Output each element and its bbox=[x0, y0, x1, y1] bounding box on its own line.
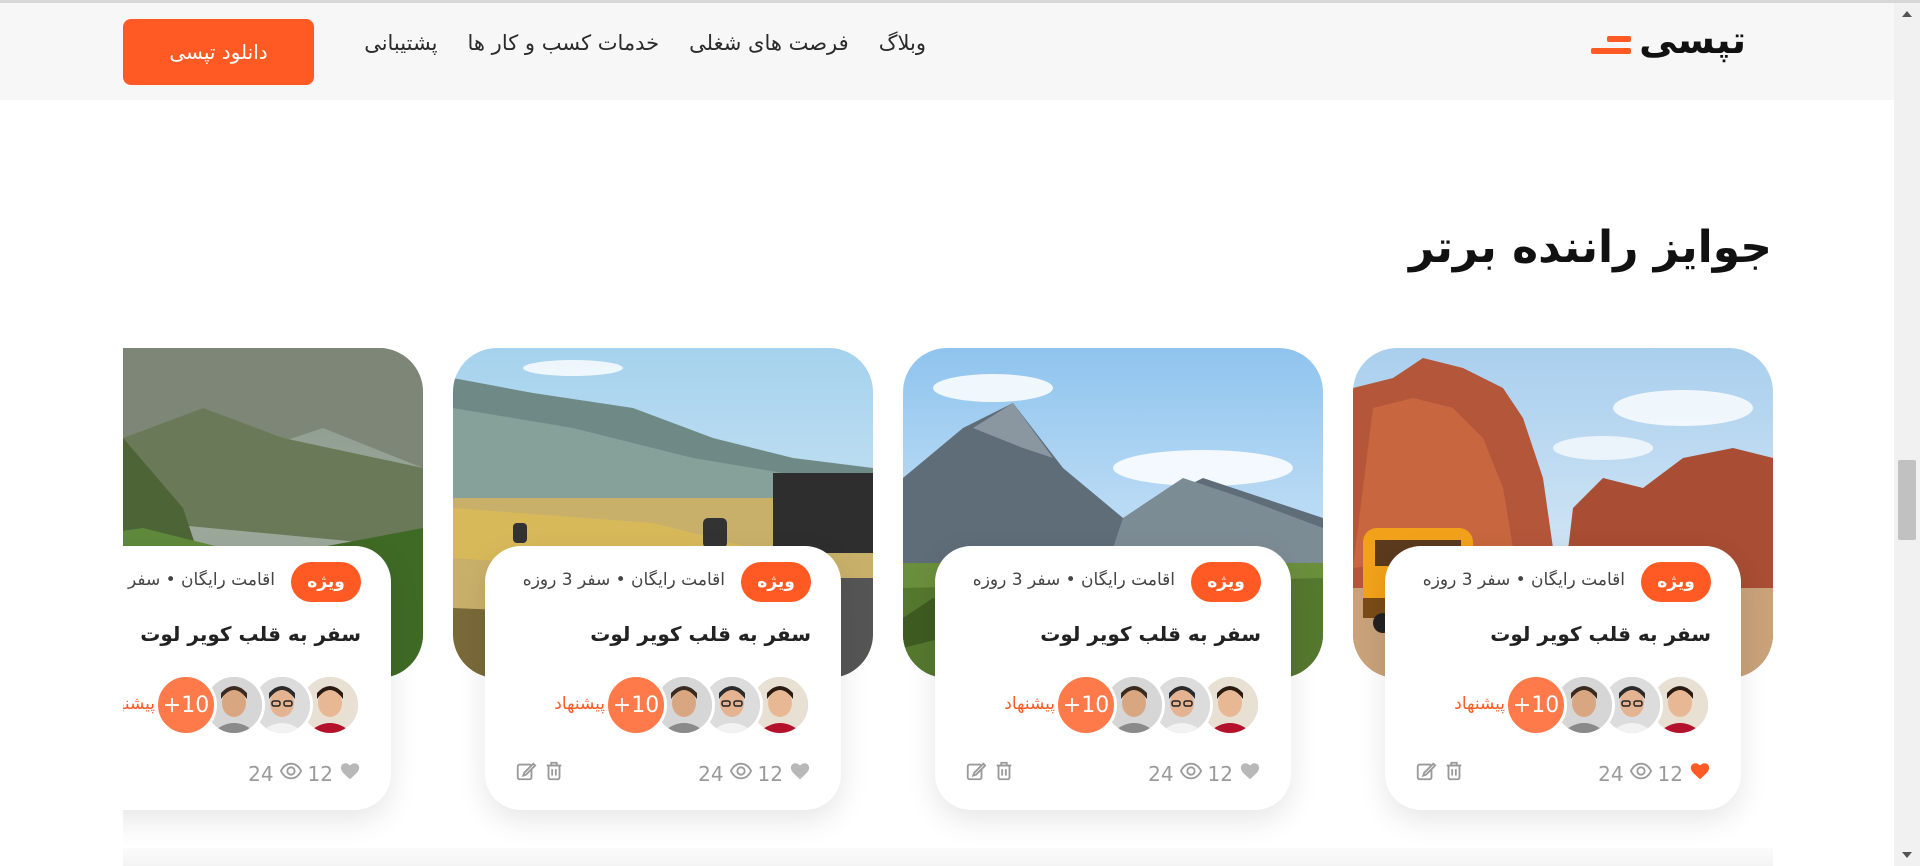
trip-stats: 12 24 bbox=[1148, 760, 1261, 787]
trash-icon[interactable] bbox=[543, 760, 565, 786]
trip-card-body: ویژه اقامت رایگان • سفر 3 روزه سفر به قل… bbox=[1385, 546, 1741, 810]
nav-item-careers[interactable]: فرصت های شغلی bbox=[689, 31, 849, 55]
likes-count: 12 bbox=[1657, 761, 1683, 786]
suggest-link[interactable]: پیشنهاد bbox=[1004, 694, 1055, 714]
trip-meta: اقامت رایگان • سفر 3 روزه bbox=[522, 570, 725, 590]
trip-stats: 12 24 bbox=[248, 760, 361, 787]
eye-icon bbox=[1179, 760, 1202, 787]
edit-icon[interactable] bbox=[1415, 760, 1437, 786]
likes-count: 12 bbox=[757, 761, 783, 786]
trip-card[interactable]: ویژه اقامت رایگان • سفر 3 روزه سفر به قل… bbox=[903, 348, 1323, 818]
more-participants-count: +10 bbox=[1055, 674, 1117, 736]
trip-stats: 12 24 bbox=[1598, 760, 1711, 787]
featured-badge: ویژه bbox=[291, 562, 361, 602]
views-count: 24 bbox=[248, 761, 274, 786]
eye-icon bbox=[729, 760, 752, 787]
scroll-up-arrow-icon[interactable] bbox=[1902, 11, 1912, 17]
trash-icon[interactable] bbox=[993, 760, 1015, 786]
card-actions bbox=[965, 760, 1015, 786]
trip-title[interactable]: سفر به قلب کویر لوت bbox=[1490, 622, 1711, 646]
nav-item-business[interactable]: خدمات کسب و کار ها bbox=[468, 31, 660, 55]
edit-icon[interactable] bbox=[965, 760, 987, 786]
heart-icon[interactable] bbox=[1239, 760, 1261, 787]
trip-meta: اقامت رایگان • سفر 3 روزه bbox=[123, 570, 275, 590]
cards-carousel[interactable]: ویژه اقامت رایگان • سفر 3 روزه سفر به قل… bbox=[123, 348, 1773, 866]
participants-avatars: +10 bbox=[1505, 674, 1711, 736]
section-title: جوایز راننده برتر bbox=[1409, 222, 1772, 273]
heart-icon[interactable] bbox=[339, 760, 361, 787]
views-count: 24 bbox=[1598, 761, 1624, 786]
participants-avatars: +10 bbox=[1055, 674, 1261, 736]
suggest-link[interactable]: پیشنهاد bbox=[123, 694, 155, 714]
logo[interactable]: تپسی bbox=[1591, 21, 1746, 59]
page-scrollbar[interactable] bbox=[1894, 3, 1920, 866]
more-participants-count: +10 bbox=[1505, 674, 1567, 736]
suggest-link[interactable]: پیشنهاد bbox=[554, 694, 605, 714]
trip-title[interactable]: سفر به قلب کویر لوت bbox=[1040, 622, 1261, 646]
views-count: 24 bbox=[698, 761, 724, 786]
trash-icon[interactable] bbox=[1443, 760, 1465, 786]
likes-count: 12 bbox=[1207, 761, 1233, 786]
logo-mark-icon bbox=[1591, 36, 1632, 54]
main-nav: پشتیبانی خدمات کسب و کار ها فرصت های شغل… bbox=[364, 31, 926, 55]
nav-item-support[interactable]: پشتیبانی bbox=[364, 31, 437, 55]
heart-icon[interactable] bbox=[1689, 760, 1711, 787]
nav-item-blog[interactable]: وبلاگ bbox=[879, 31, 926, 55]
eye-icon bbox=[279, 760, 302, 787]
trip-card[interactable]: ویژه اقامت رایگان • سفر 3 روزه سفر به قل… bbox=[1353, 348, 1773, 818]
trip-card[interactable]: ویژه اقامت رایگان • سفر 3 روزه سفر به قل… bbox=[453, 348, 873, 818]
views-count: 24 bbox=[1148, 761, 1174, 786]
trip-title[interactable]: سفر به قلب کویر لوت bbox=[140, 622, 361, 646]
participants-avatars: +10 bbox=[605, 674, 811, 736]
edit-icon[interactable] bbox=[515, 760, 537, 786]
trip-card-body: ویژه اقامت رایگان • سفر 3 روزه سفر به قل… bbox=[935, 546, 1291, 810]
featured-badge: ویژه bbox=[741, 562, 811, 602]
heart-icon[interactable] bbox=[789, 760, 811, 787]
trip-card[interactable]: ویژه اقامت رایگان • سفر 3 روزه سفر به قل… bbox=[123, 348, 423, 818]
suggest-link[interactable]: پیشنهاد bbox=[1454, 694, 1505, 714]
featured-badge: ویژه bbox=[1641, 562, 1711, 602]
trip-stats: 12 24 bbox=[698, 760, 811, 787]
more-participants-count: +10 bbox=[605, 674, 667, 736]
trip-meta: اقامت رایگان • سفر 3 روزه bbox=[1422, 570, 1625, 590]
scroll-thumb[interactable] bbox=[1898, 460, 1916, 540]
carousel-bottom-edge bbox=[123, 848, 1773, 866]
site-header: دانلود تپسی پشتیبانی خدمات کسب و کار ها … bbox=[0, 3, 1894, 100]
card-actions bbox=[515, 760, 565, 786]
likes-count: 12 bbox=[307, 761, 333, 786]
eye-icon bbox=[1629, 760, 1652, 787]
download-tapsi-button[interactable]: دانلود تپسی bbox=[123, 19, 314, 85]
scroll-down-arrow-icon[interactable] bbox=[1902, 852, 1912, 858]
participants-avatars: +10 bbox=[155, 674, 361, 736]
more-participants-count: +10 bbox=[155, 674, 217, 736]
trip-title[interactable]: سفر به قلب کویر لوت bbox=[590, 622, 811, 646]
logo-text: تپسی bbox=[1639, 18, 1746, 62]
trip-meta: اقامت رایگان • سفر 3 روزه bbox=[972, 570, 1175, 590]
featured-badge: ویژه bbox=[1191, 562, 1261, 602]
trip-card-body: ویژه اقامت رایگان • سفر 3 روزه سفر به قل… bbox=[123, 546, 391, 810]
trip-card-body: ویژه اقامت رایگان • سفر 3 روزه سفر به قل… bbox=[485, 546, 841, 810]
card-actions bbox=[1415, 760, 1465, 786]
